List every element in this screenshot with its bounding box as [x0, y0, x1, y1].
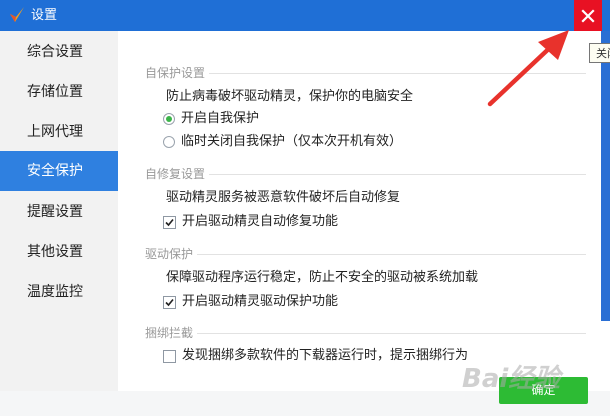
checkbox-driver-protect[interactable]: 开启驱动精灵驱动保护功能 [163, 293, 338, 311]
driver-protect-description: 保障驱动程序运行稳定，防止不安全的驱动被系统加载 [166, 270, 479, 285]
section-title-driver-protect: 驱动保护 [145, 246, 198, 262]
close-icon [581, 8, 595, 23]
checkbox-unchecked-icon [163, 349, 176, 363]
confirm-button[interactable]: 确定 [499, 377, 588, 404]
annotation-arrow-icon [487, 30, 569, 107]
radio-enable-self-protect[interactable]: 开启自我保护 [163, 110, 259, 128]
sidebar-item-proxy[interactable]: 上网代理 [0, 112, 118, 152]
section-divider [145, 174, 586, 175]
checkbox-checked-icon [163, 295, 176, 309]
checkbox-bundle-prompt[interactable]: 发现捆绑多款软件的下载器运行时，提示捆绑行为 [163, 347, 468, 365]
settings-sidebar: 综合设置 存储位置 上网代理 安全保护 提醒设置 其他设置 温度监控 [0, 31, 118, 391]
checkbox-label: 发现捆绑多款软件的下载器运行时，提示捆绑行为 [182, 348, 469, 363]
close-tooltip: 关闭 [589, 43, 610, 63]
section-divider [145, 254, 586, 255]
settings-window: 设置 综合设置 存储位置 上网代理 安全保护 提醒设置 其他设置 温度监控 自保… [0, 0, 610, 416]
background-window-edge [601, 31, 610, 321]
radio-label: 临时关闭自我保护（仅本次开机有效） [181, 134, 403, 149]
sidebar-item-reminders[interactable]: 提醒设置 [0, 192, 118, 232]
checkbox-auto-repair[interactable]: 开启驱动精灵自动修复功能 [163, 213, 338, 231]
sidebar-item-general[interactable]: 综合设置 [0, 32, 118, 72]
section-title-self-repair: 自修复设置 [145, 166, 210, 182]
title-bar: 设置 [0, 0, 610, 31]
self-protect-description: 防止病毒破坏驱动精灵，保护你的电脑安全 [166, 89, 414, 104]
checkbox-label: 开启驱动精灵驱动保护功能 [182, 294, 339, 309]
section-divider [145, 333, 586, 334]
self-repair-description: 驱动精灵服务被恶意软件破坏后自动修复 [166, 190, 401, 205]
radio-temp-disable-self-protect[interactable]: 临时关闭自我保护（仅本次开机有效） [163, 133, 402, 151]
sidebar-item-other[interactable]: 其他设置 [0, 232, 118, 272]
close-button[interactable] [574, 0, 602, 31]
sidebar-item-temperature[interactable]: 温度监控 [0, 272, 118, 312]
checkbox-checked-icon [163, 215, 176, 229]
section-title-self-protect: 自保护设置 [145, 65, 210, 81]
radio-label: 开启自我保护 [181, 111, 260, 126]
radio-checked-icon [163, 113, 175, 125]
window-title: 设置 [31, 8, 58, 23]
driver-genius-logo-icon [10, 7, 24, 22]
sidebar-item-security[interactable]: 安全保护 [0, 151, 118, 191]
section-title-bundle-block: 捆绑拦截 [145, 325, 198, 341]
section-divider [145, 73, 586, 74]
checkbox-label: 开启驱动精灵自动修复功能 [182, 214, 339, 229]
radio-unchecked-icon [163, 136, 175, 148]
sidebar-item-storage[interactable]: 存储位置 [0, 72, 118, 112]
